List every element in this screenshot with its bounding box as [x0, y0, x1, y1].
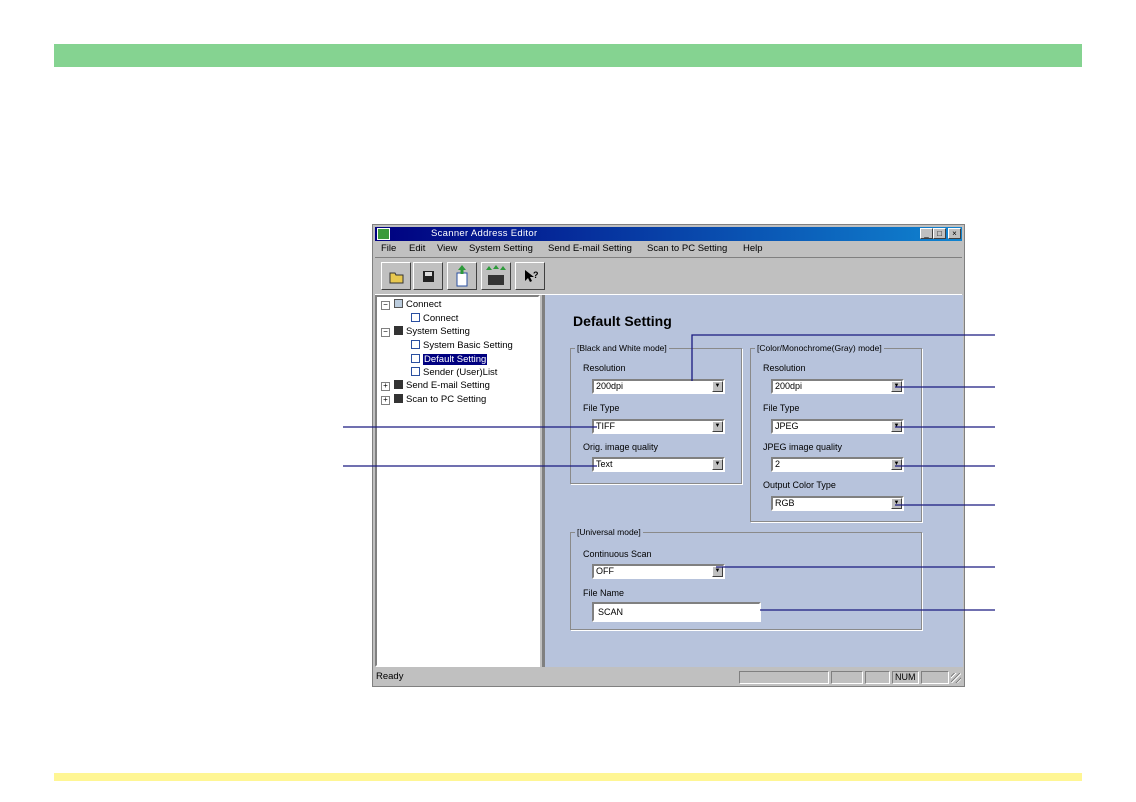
bottom-yellow-bar: [54, 773, 1082, 781]
callout-lines: [343, 334, 995, 611]
callout-line-bw-resolution: [691, 334, 995, 381]
